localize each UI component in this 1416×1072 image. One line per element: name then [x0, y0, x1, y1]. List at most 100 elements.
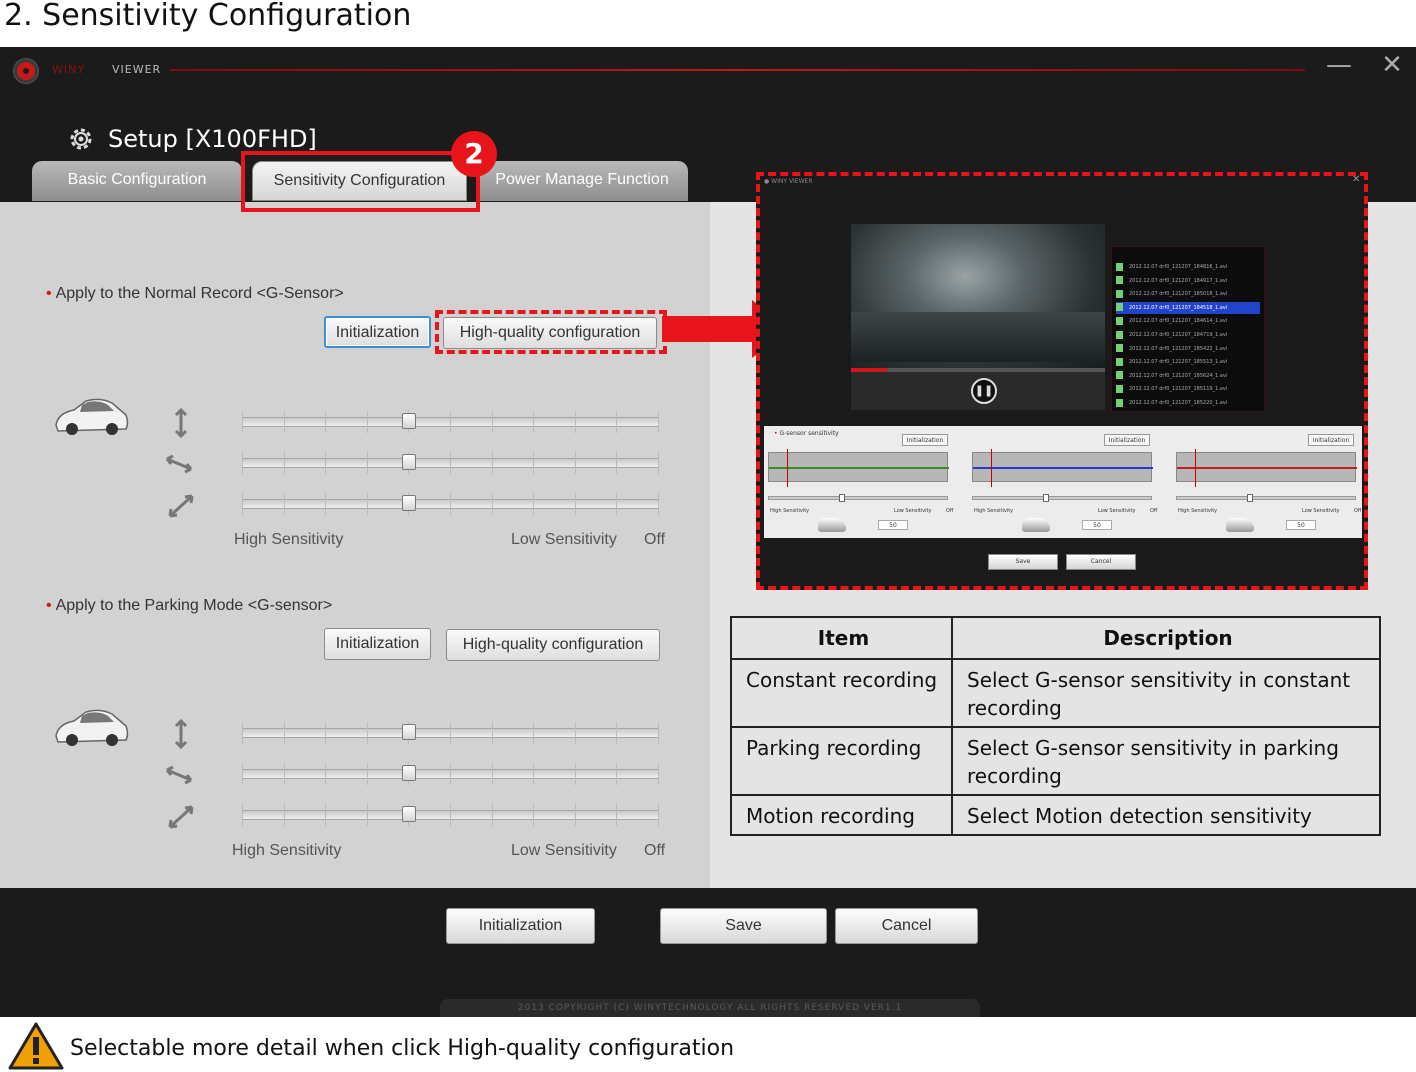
table-cell-item: Constant recording — [730, 658, 953, 728]
slider-tick — [242, 452, 243, 474]
table-row: Parking recording Select G-sensor sensiti… — [730, 726, 1381, 796]
slider-tick — [367, 493, 368, 515]
slider-tick — [575, 763, 576, 785]
slider-tick — [450, 493, 451, 515]
note-text: Selectable more detail when click High-q… — [70, 1036, 735, 1061]
slider-tick — [575, 804, 576, 826]
slider-tick — [616, 804, 617, 826]
page-heading: 2. Sensitivity Configuration — [4, 0, 412, 33]
slider-tick — [325, 493, 326, 515]
tab-power-manage-function[interactable]: Power Manage Function — [476, 161, 688, 201]
title-bar: WINY VIEWER — ✕ — [0, 47, 1416, 91]
slider-tick — [367, 722, 368, 744]
slider-tick — [533, 411, 534, 433]
vertical-axis-icon — [174, 719, 188, 749]
slider-tick — [658, 452, 659, 474]
table-cell-item: Motion recording — [730, 794, 953, 836]
slider-tick — [616, 722, 617, 744]
normal-low-sensitivity-label: Low Sensitivity — [511, 531, 617, 548]
vertical-axis-icon — [174, 408, 188, 438]
slider-thumb[interactable] — [402, 495, 416, 511]
slider-tick — [284, 722, 285, 744]
slider-tick — [658, 763, 659, 785]
slider-tick — [284, 411, 285, 433]
slider-tick — [325, 763, 326, 785]
slider-tick — [492, 452, 493, 474]
slider-tick — [325, 452, 326, 474]
horizontal-axis-icon — [165, 454, 193, 474]
parking-vertical-slider[interactable] — [242, 722, 659, 744]
minimize-button[interactable]: — — [1326, 52, 1352, 79]
slider-tick — [242, 763, 243, 785]
normal-horizontal-slider[interactable] — [242, 452, 659, 474]
slider-tick — [533, 722, 534, 744]
table-cell-item: Parking recording — [730, 726, 953, 796]
slider-tick — [242, 722, 243, 744]
diagonal-axis-icon — [168, 494, 194, 518]
parking-high-sensitivity-label: High Sensitivity — [232, 842, 342, 859]
slider-thumb[interactable] — [402, 724, 416, 740]
slider-thumb[interactable] — [402, 413, 416, 429]
slider-tick — [575, 493, 576, 515]
tab-basic-configuration[interactable]: Basic Configuration — [32, 161, 242, 201]
initialization-button[interactable]: Initialization — [446, 908, 595, 944]
slider-tick — [367, 452, 368, 474]
parking-high-quality-config-button[interactable]: High-quality configuration — [446, 629, 660, 661]
normal-initialization-button[interactable]: Initialization — [324, 316, 431, 348]
slider-tick — [658, 493, 659, 515]
preview-highlight — [756, 172, 1368, 590]
copyright-text: 2013 COPYRIGHT (C) WINYTECHNOLOGY ALL RI… — [440, 999, 980, 1017]
slider-tick — [575, 452, 576, 474]
parking-mode-label-text: Apply to the Parking Mode <G-sensor> — [55, 597, 333, 614]
slider-thumb[interactable] — [402, 806, 416, 822]
parking-off-label: Off — [644, 842, 666, 859]
slider-tick — [450, 722, 451, 744]
slider-tick — [616, 411, 617, 433]
slider-tick — [367, 411, 368, 433]
slider-tick — [450, 763, 451, 785]
slider-thumb[interactable] — [402, 454, 416, 470]
sensitivity-tab-highlight — [241, 151, 480, 212]
item-column-header: Item — [730, 616, 953, 660]
setup-title: Setup [X100FHD] — [108, 125, 317, 153]
slider-tick — [658, 722, 659, 744]
normal-high-sensitivity-label: High Sensitivity — [234, 531, 344, 548]
slider-tick — [616, 452, 617, 474]
gear-icon — [70, 128, 92, 150]
parking-diagonal-slider[interactable] — [242, 804, 659, 826]
car-icon — [55, 398, 129, 435]
close-button[interactable]: ✕ — [1380, 52, 1404, 78]
slider-tick — [284, 804, 285, 826]
normal-vertical-slider[interactable] — [242, 411, 659, 433]
cancel-button[interactable]: Cancel — [835, 908, 978, 944]
slider-tick — [325, 722, 326, 744]
parking-initialization-button[interactable]: Initialization — [324, 628, 431, 660]
slider-tick — [367, 804, 368, 826]
table-row: Constant recording Select G-sensor sensit… — [730, 658, 1381, 728]
slider-tick — [325, 804, 326, 826]
step-badge: 2 — [451, 131, 497, 177]
normal-record-label-text: Apply to the Normal Record <G-Sensor> — [55, 285, 344, 302]
slider-tick — [533, 763, 534, 785]
normal-diagonal-slider[interactable] — [242, 493, 659, 515]
slider-tick — [284, 493, 285, 515]
warning-icon — [8, 1022, 64, 1070]
slider-tick — [492, 411, 493, 433]
app-brand: WINY — [52, 63, 86, 76]
slider-tick — [658, 804, 659, 826]
save-button[interactable]: Save — [660, 908, 827, 944]
sensitivity-panel: • Apply to the Normal Record <G-Sensor> I… — [0, 202, 710, 888]
slider-tick — [242, 804, 243, 826]
slider-tick — [325, 411, 326, 433]
slider-tick — [492, 493, 493, 515]
diagonal-axis-icon — [168, 805, 194, 829]
slider-tick — [367, 763, 368, 785]
slider-tick — [492, 722, 493, 744]
table-row: Motion recording Select Motion detection … — [730, 794, 1381, 836]
slider-tick — [616, 493, 617, 515]
slider-tick — [450, 411, 451, 433]
slider-tick — [533, 804, 534, 826]
parking-horizontal-slider[interactable] — [242, 763, 659, 785]
app-brand-suffix: VIEWER — [112, 63, 162, 76]
slider-thumb[interactable] — [402, 765, 416, 781]
